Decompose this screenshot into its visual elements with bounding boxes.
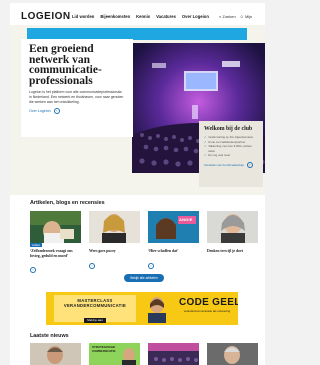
angie-label: ANGIE xyxy=(179,217,193,222)
account-label: Mijn xyxy=(244,14,253,19)
membership-link[interactable]: Voordelen van het lidmaatschap › xyxy=(204,161,258,168)
banner-cta[interactable]: Meld je aan xyxy=(84,318,106,323)
nav-item-over-logeion[interactable]: Over Logeion xyxy=(182,14,209,19)
banner-portrait xyxy=(142,294,172,323)
gray-hair-photo xyxy=(207,211,258,243)
hero-link-label: Over Logeion xyxy=(29,109,51,113)
benefit-item: Vakkorting met ruim 6.000+ andere leden xyxy=(204,144,258,153)
nav-item-vacatures[interactable]: Vacatures xyxy=(156,14,176,19)
arrow-right-icon: › xyxy=(148,262,154,269)
article-tag: Artikel xyxy=(30,243,42,247)
nav-item-lid-worden[interactable]: Lid worden xyxy=(72,14,94,19)
all-articles-button[interactable]: Bekijk alle artikelen xyxy=(124,274,164,282)
hero-card: Een groeiend netwerk van communicatie-pr… xyxy=(21,39,133,137)
event-photo[interactable] xyxy=(148,343,199,365)
woman-photo xyxy=(89,211,140,243)
article-card[interactable]: Denken terwijl je doet xyxy=(207,211,258,276)
article-title: Denken terwijl je doet xyxy=(207,249,243,253)
articles-heading: Artikelen, blogs en recensies xyxy=(30,200,105,206)
reading-photo xyxy=(30,211,81,243)
hero-title: Een groeiend netwerk van communicatie-pr… xyxy=(29,43,102,87)
article-card[interactable]: ANGIE ‘Hier schaffen dat’ › xyxy=(148,211,199,276)
nav-item-bijeenkomsten[interactable]: Bijeenkomsten xyxy=(100,14,130,19)
benefit-text: Vakkorting met ruim 6.000+ andere leden xyxy=(208,144,252,153)
welcome-card: Welkom bij de club Gratis korting op 40+… xyxy=(199,121,263,187)
page: LOGEION Lid worden Bijeenkomsten Kennis … xyxy=(10,3,265,365)
arrow-right-icon: › xyxy=(246,161,253,168)
hero-link[interactable]: Over Logeion › xyxy=(29,108,125,114)
benefit-text: En nog veel meer xyxy=(208,153,231,158)
welcome-title: Welkom bij de club xyxy=(204,126,253,132)
membership-link-label: Voordelen van het lidmaatschap xyxy=(204,162,244,167)
masterclass-banner[interactable]: MASTERCLASS VERANDERCOMMUNICATIE Meld je… xyxy=(46,292,238,325)
logo[interactable]: LOGEION xyxy=(21,11,71,22)
user-icon: ☺ xyxy=(239,14,244,19)
man-photo[interactable] xyxy=(30,343,81,365)
banner-line2: VERANDERCOMMUNICATIE xyxy=(63,303,127,308)
articles-list: ‘Zelfonderzoek vraagt ons fovieg, geduld… xyxy=(30,211,260,276)
search-label: Zoeken xyxy=(222,14,236,19)
arrow-right-icon: › xyxy=(53,108,60,114)
header-tools: ⌕ Zoeken ☺ Mijn xyxy=(219,14,252,19)
angie-photo: ANGIE xyxy=(148,211,199,243)
nav-item-kennis[interactable]: Kennis xyxy=(136,14,150,19)
article-card[interactable]: Wees goes pucey › xyxy=(89,211,140,276)
search-icon: ⌕ xyxy=(219,14,222,19)
news-list: STRATEGISCHE COMMUNICATIE xyxy=(30,343,260,365)
welcome-benefits-list: Gratis korting op 40+ bijeenkomsten Kort… xyxy=(204,135,258,158)
arrow-right-icon: › xyxy=(30,267,36,274)
old-man-photo[interactable] xyxy=(207,343,258,365)
article-title: ‘Hier schaffen dat’ xyxy=(148,249,179,253)
news-heading: Laatste nieuws xyxy=(30,333,69,339)
main-nav: Lid worden Bijeenkomsten Kennis Vacature… xyxy=(72,14,209,19)
green-promo[interactable]: STRATEGISCHE COMMUNICATIE xyxy=(89,343,140,365)
banner-left-panel: MASTERCLASS VERANDERCOMMUNICATIE Meld je… xyxy=(54,295,136,323)
article-title: ‘Zelfonderzoek vraagt ons fovieg, geduld… xyxy=(30,249,73,258)
hero-text: Logeion is het platform voor alle commun… xyxy=(29,90,124,104)
banner-subtitle: verandercommunicatie als ontvoering xyxy=(183,309,231,313)
benefit-item: En nog veel meer xyxy=(204,153,258,158)
account-link[interactable]: ☺ Mijn xyxy=(240,14,253,19)
search-link[interactable]: ⌕ Zoeken xyxy=(219,14,236,19)
article-title: Wees goes pucey xyxy=(89,249,116,253)
banner-title: CODE GEEL xyxy=(179,297,238,308)
banner-right-panel: CODE GEEL verandercommunicatie als ontvo… xyxy=(179,297,238,313)
arrow-right-icon: › xyxy=(89,262,95,269)
